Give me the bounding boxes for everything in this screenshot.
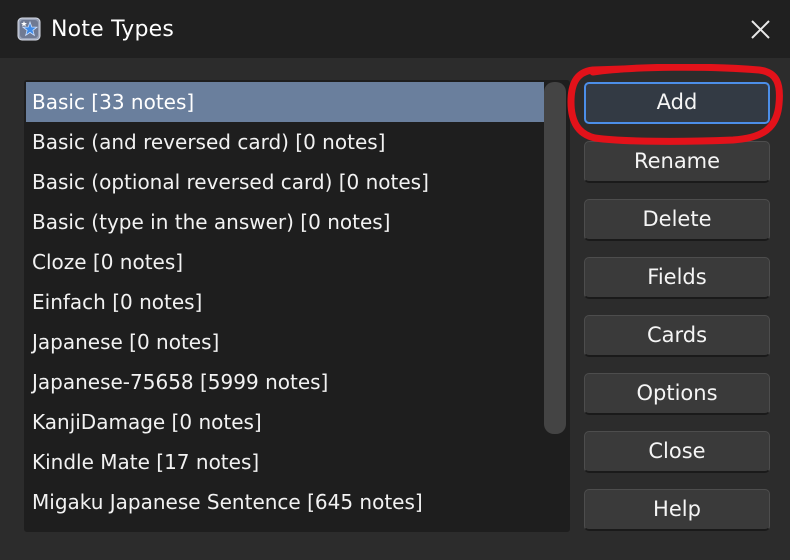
options-button[interactable]: Options [584, 373, 770, 415]
list-item[interactable]: Migaku Japanese Sentence [645 notes] [26, 482, 544, 522]
list-item[interactable]: Kindle Mate [17 notes] [26, 442, 544, 482]
rename-button[interactable]: Rename [584, 141, 770, 183]
title-bar: Note Types [0, 0, 790, 58]
anki-star-icon [17, 17, 41, 41]
note-types-dialog: Note Types Basic [33 notes] Basic (and r… [0, 0, 790, 560]
fields-button[interactable]: Fields [584, 257, 770, 299]
list-item[interactable]: Basic [33 notes] [26, 82, 544, 122]
delete-button[interactable]: Delete [584, 199, 770, 241]
close-icon[interactable] [742, 12, 778, 48]
close-button[interactable]: Close [584, 431, 770, 473]
note-type-list[interactable]: Basic [33 notes] Basic (and reversed car… [24, 80, 570, 532]
list-item[interactable]: Japanese [0 notes] [26, 322, 544, 362]
list-item[interactable]: Basic (type in the answer) [0 notes] [26, 202, 544, 242]
help-button[interactable]: Help [584, 489, 770, 531]
list-item[interactable]: Japanese-75658 [5999 notes] [26, 362, 544, 402]
list-item[interactable]: Basic (optional reversed card) [0 notes] [26, 162, 544, 202]
list-item[interactable]: KanjiDamage [0 notes] [26, 402, 544, 442]
window-title: Note Types [51, 17, 175, 42]
cards-button[interactable]: Cards [584, 315, 770, 357]
list-scrollbar[interactable] [544, 82, 566, 434]
list-item[interactable]: Cloze [0 notes] [26, 242, 544, 282]
add-button[interactable]: Add [584, 82, 770, 124]
list-item[interactable]: Einfach [0 notes] [26, 282, 544, 322]
list-item[interactable]: Basic (and reversed card) [0 notes] [26, 122, 544, 162]
